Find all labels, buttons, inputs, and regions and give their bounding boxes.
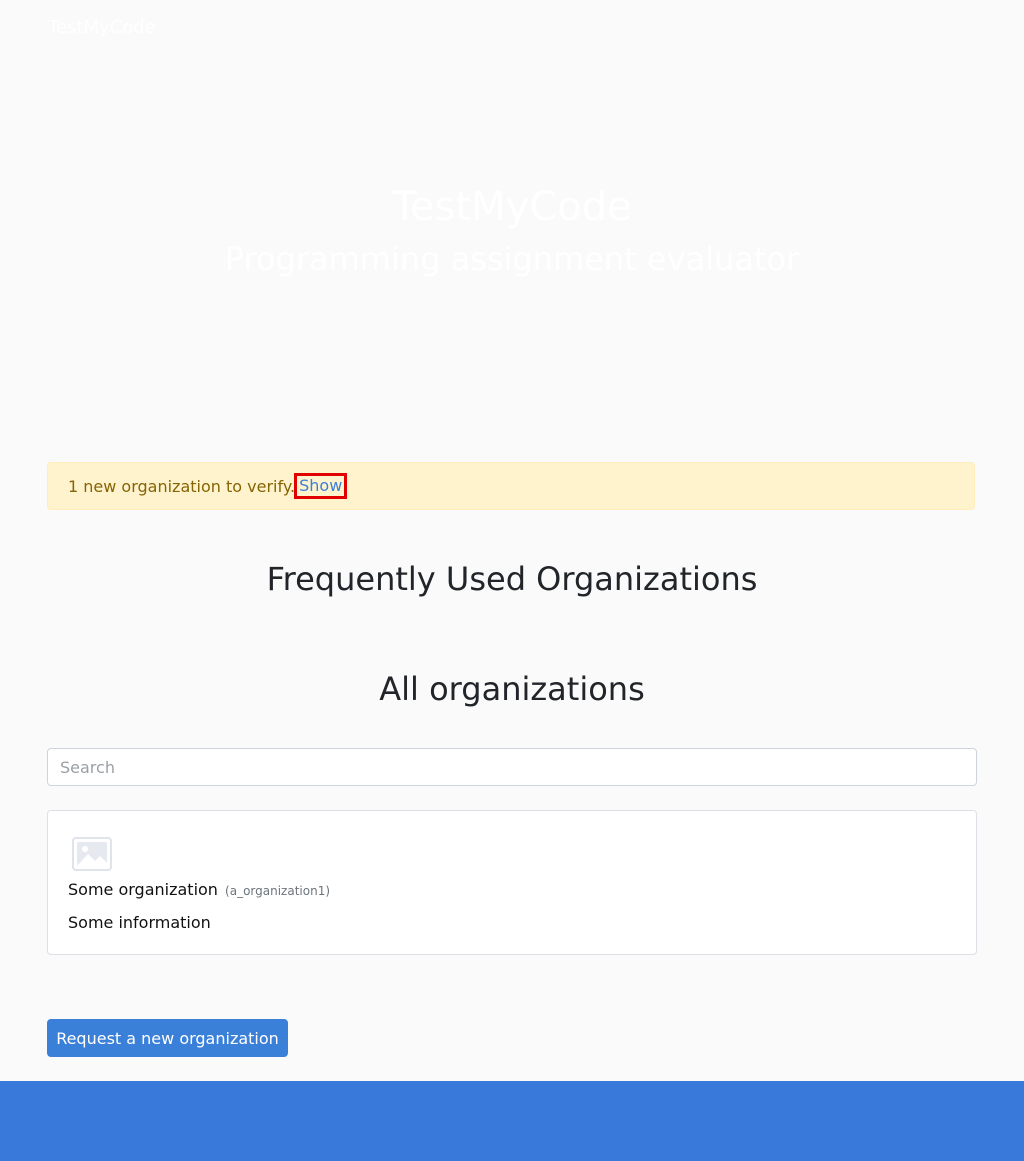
- alert-message: 1 new organization to verify.: [68, 476, 296, 496]
- hero-subtitle: Programming assignment evaluator: [224, 240, 800, 278]
- organization-name-row: Some organization (a_organization1): [68, 879, 330, 902]
- organization-slug: (a_organization1): [225, 884, 331, 898]
- organization-name[interactable]: Some organization: [68, 880, 218, 899]
- frequent-organizations-title: Frequently Used Organizations: [266, 560, 758, 598]
- image-placeholder-icon: [72, 837, 112, 871]
- hero-banner: TestMyCode Programming assignment evalua…: [0, 0, 1024, 440]
- hero-title: TestMyCode: [392, 184, 632, 230]
- page-footer: [0, 1081, 1024, 1161]
- search-input[interactable]: [47, 748, 977, 786]
- verify-alert: 1 new organization to verify. Show: [47, 462, 975, 510]
- organization-card[interactable]: Some organization (a_organization1) Some…: [47, 810, 977, 955]
- all-organizations-title: All organizations: [379, 670, 645, 708]
- request-organization-button[interactable]: Request a new organization: [47, 1019, 288, 1057]
- organization-information: Some information: [68, 913, 211, 932]
- show-link[interactable]: Show: [294, 473, 348, 499]
